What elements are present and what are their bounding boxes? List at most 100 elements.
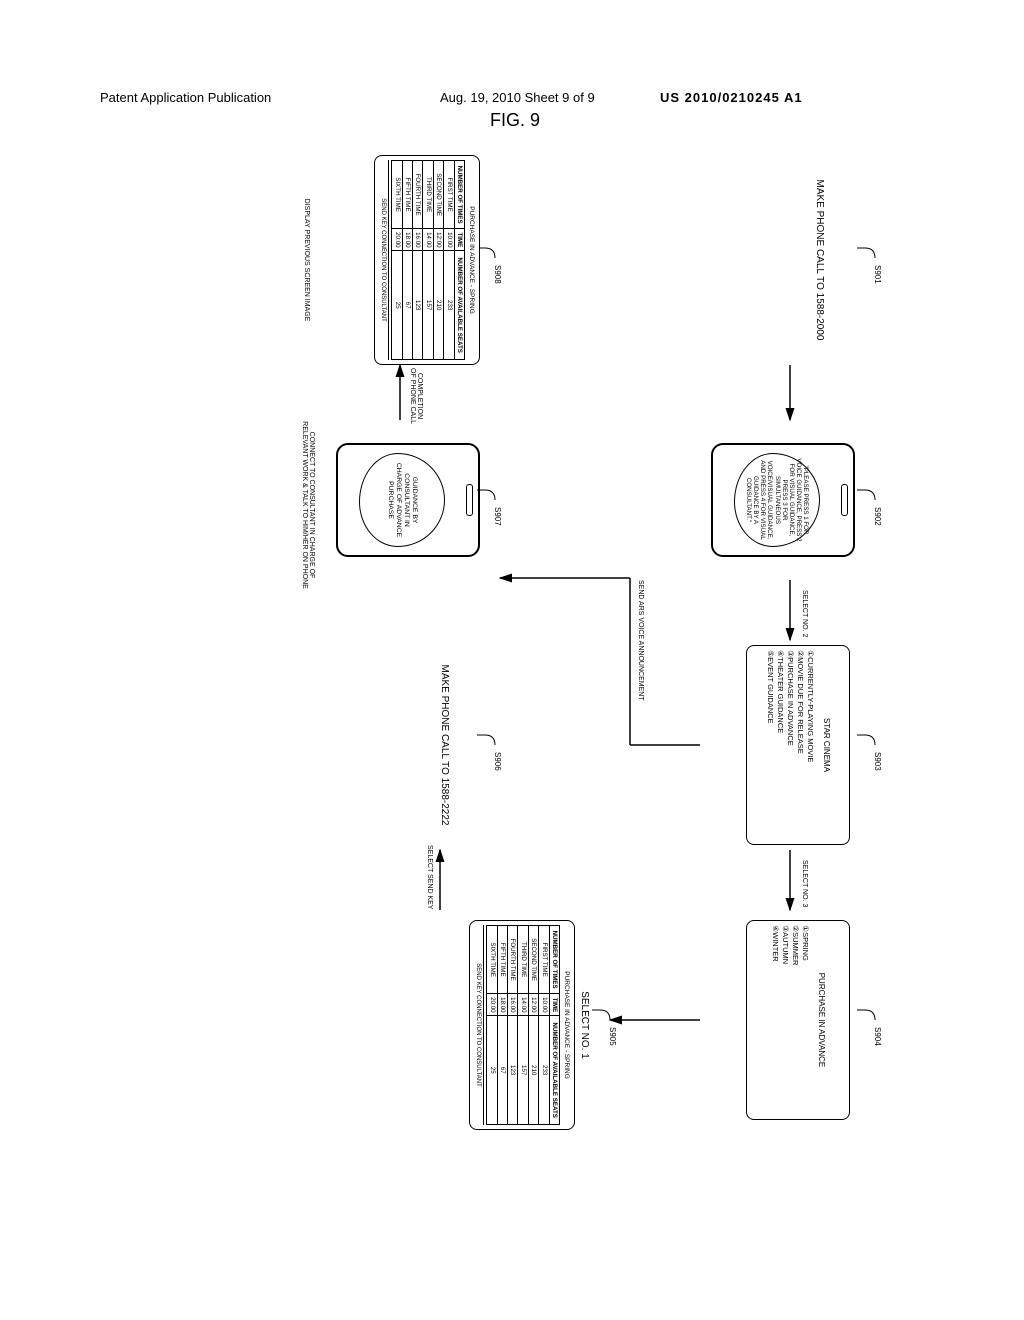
list-item: SUMMER — [791, 932, 800, 965]
table-cell: 67 — [497, 1016, 507, 1125]
step-s908: PURCHASE IN ADVANCE - SPRING NUMBER OF T… — [374, 155, 480, 365]
table-row: FIFTH TIME18:0067 — [402, 161, 412, 360]
table-cell: FIRST TIME — [444, 161, 454, 229]
list-item: PURCHASE IN ADVANCE — [786, 657, 795, 746]
table-cell: 233 — [444, 251, 454, 360]
list-item: EVENT GUIDANCE — [766, 657, 775, 724]
table-cell: SIXTH TIME — [487, 926, 497, 994]
ref-s901: S901 — [873, 265, 882, 284]
s905-caption: PURCHASE IN ADVANCE - SPRING — [562, 925, 570, 1125]
table-cell: 12:00 — [528, 994, 538, 1016]
ref-s903: S903 — [873, 752, 882, 771]
step-s903: STAR CINEMA ①CURRENTLY-PLAYING MOVIE ②MO… — [746, 645, 850, 845]
s901-text: MAKE PHONE CALL TO 1588-2000 — [803, 155, 835, 365]
list-item: CURRENTLY-PLAYING MOVIE — [806, 657, 815, 762]
ref-s907: S907 — [493, 507, 502, 526]
table-cell: 16:00 — [413, 229, 423, 251]
phone-speaker-icon — [841, 484, 848, 516]
s905-box: PURCHASE IN ADVANCE - SPRING NUMBER OF T… — [469, 920, 575, 1130]
s903-title: STAR CINEMA — [821, 650, 831, 840]
s906-text: MAKE PHONE CALL TO 1588-2222 — [428, 645, 460, 845]
table-header: NUMBER OF TIMES — [549, 926, 559, 994]
phone-s902: "PLEASE PRESS 1 FOR VOICE GUIDANCE, PRES… — [711, 443, 855, 557]
table-row: SECOND TIME12:00210 — [528, 926, 538, 1125]
table-cell: FIRST TIME — [539, 926, 549, 994]
table-header: TIME — [454, 229, 464, 251]
s902-bubble: "PLEASE PRESS 1 FOR VOICE GUIDANCE, PRES… — [734, 453, 820, 547]
table-cell: FOURTH TIME — [413, 161, 423, 229]
list-item: MOVIE DUE FOR RELEASE — [796, 657, 805, 754]
arrow-label-903-904: SELECT NO. 3 — [801, 860, 808, 907]
phone-s907: GUIDANCE BY CONSULTANT IN CHARGE OF ADVA… — [336, 443, 480, 557]
ref-s906: S906 — [493, 752, 502, 771]
diagram-rotated-canvas: S901 S902 S903 S904 S905 S906 S907 S908 … — [120, 150, 910, 1240]
table-header: TIME — [549, 994, 559, 1016]
s907-bubble: GUIDANCE BY CONSULTANT IN CHARGE OF ADVA… — [359, 453, 445, 547]
table-cell: 14:00 — [518, 994, 528, 1016]
s903-box: STAR CINEMA ①CURRENTLY-PLAYING MOVIE ②MO… — [746, 645, 850, 845]
list-item: THEATER GUIDANCE — [776, 657, 785, 733]
s905-title: SELECT NO. 1 — [579, 920, 590, 1130]
diagram-frame: FIG. 9 — [120, 150, 910, 1240]
phone-speaker-icon — [466, 484, 473, 516]
table-cell: THIRD TIME — [518, 926, 528, 994]
s908-caption: PURCHASE IN ADVANCE - SPRING — [467, 160, 475, 360]
figure-label: FIG. 9 — [490, 110, 540, 131]
table-cell: 20:00 — [487, 994, 497, 1016]
table-row: SIXTH TIME20:0025 — [487, 926, 497, 1125]
s905-footer: SEND KEY CONNECTION TO CONSULTANT — [474, 925, 484, 1125]
s904-list: ①SPRING ②SUMMER ③AUTUMN ④WINTER — [770, 925, 811, 1115]
arrow-label-902-903: SELECT NO. 2 — [801, 590, 808, 637]
s905-table: PURCHASE IN ADVANCE - SPRING NUMBER OF T… — [486, 925, 570, 1125]
table-cell: FIFTH TIME — [497, 926, 507, 994]
list-item: SPRING — [801, 932, 810, 961]
step-s904: PURCHASE IN ADVANCE ①SPRING ②SUMMER ③AUT… — [746, 920, 850, 1120]
step-s902: "PLEASE PRESS 1 FOR VOICE GUIDANCE, PRES… — [711, 425, 855, 575]
table-cell: 123 — [413, 251, 423, 360]
table-cell: 10:00 — [444, 229, 454, 251]
table-cell: 18:00 — [402, 229, 412, 251]
table-cell: 16:00 — [508, 994, 518, 1016]
table-row: FIRST TIME10:00233 — [444, 161, 454, 360]
ref-s905: S905 — [608, 1027, 617, 1046]
footer-s908: DISPLAY PREVIOUS SCREEN IMAGE — [303, 180, 310, 340]
s908-table: PURCHASE IN ADVANCE - SPRING NUMBER OF T… — [391, 160, 475, 360]
header-mid: Aug. 19, 2010 Sheet 9 of 9 — [440, 90, 595, 105]
s904-box: PURCHASE IN ADVANCE ①SPRING ②SUMMER ③AUT… — [746, 920, 850, 1120]
step-s907: GUIDANCE BY CONSULTANT IN CHARGE OF ADVA… — [336, 425, 480, 575]
table-header: NUMBER OF AVAILABLE SEATS — [454, 251, 464, 360]
table-header: NUMBER OF AVAILABLE SEATS — [549, 1016, 559, 1125]
step-s905: SELECT NO. 1 PURCHASE IN ADVANCE - SPRIN… — [469, 920, 590, 1130]
table-cell: 10:00 — [539, 994, 549, 1016]
table-row: SECOND TIME12:00210 — [433, 161, 443, 360]
header-right: US 2010/0210245 A1 — [660, 90, 803, 105]
footer-s907: CONNECT TO CONSULTANT IN CHARGE OF RELEV… — [301, 405, 315, 605]
table-cell: 123 — [508, 1016, 518, 1125]
list-item: WINTER — [771, 932, 780, 962]
table-cell: 157 — [518, 1016, 528, 1125]
list-item: AUTUMN — [781, 932, 790, 964]
table-cell: 20:00 — [392, 229, 402, 251]
table-cell: 25 — [392, 251, 402, 360]
ref-s908: S908 — [493, 265, 502, 284]
table-cell: THIRD TIME — [423, 161, 433, 229]
header-left: Patent Application Publication — [100, 90, 271, 105]
table-cell: FIFTH TIME — [402, 161, 412, 229]
table-cell: 25 — [487, 1016, 497, 1125]
arrow-label-903-907: SEND ARS VOICE ANNOUNCEMENT — [637, 580, 644, 701]
table-cell: 67 — [402, 251, 412, 360]
table-cell: 210 — [528, 1016, 538, 1125]
table-cell: FOURTH TIME — [508, 926, 518, 994]
step-s906: MAKE PHONE CALL TO 1588-2222 — [428, 645, 460, 845]
table-header: NUMBER OF TIMES — [454, 161, 464, 229]
s908-box: PURCHASE IN ADVANCE - SPRING NUMBER OF T… — [374, 155, 480, 365]
s908-footer: SEND KEY CONNECTION TO CONSULTANT — [379, 160, 389, 360]
ref-s902: S902 — [873, 507, 882, 526]
table-cell: 233 — [539, 1016, 549, 1125]
table-cell: 14:00 — [423, 229, 433, 251]
arrow-label-905-906: SELECT SEND KEY — [426, 845, 433, 909]
table-cell: 157 — [423, 251, 433, 360]
table-row: THIRD TIME14:00157 — [423, 161, 433, 360]
s903-list: ①CURRENTLY-PLAYING MOVIE ②MOVIE DUE FOR … — [765, 650, 816, 840]
table-cell: SECOND TIME — [433, 161, 443, 229]
